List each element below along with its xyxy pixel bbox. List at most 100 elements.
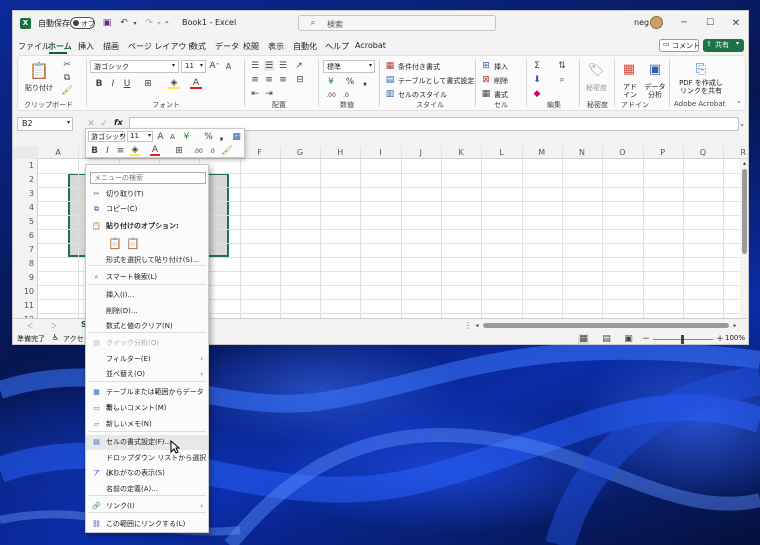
sort-filter-icon[interactable]: ⇅ [556,61,568,71]
decrease-font-icon[interactable]: A [223,60,234,72]
tab-home[interactable]: ホーム [48,41,72,52]
menu-item[interactable]: ▱ 新しいメモ(N) [86,417,208,432]
font-name-select[interactable]: 游ゴシック ▾ [90,60,179,73]
mini-increase-font-icon[interactable]: A [156,131,165,142]
zoom-out-icon[interactable]: − [642,334,650,344]
undo-dropdown-icon[interactable]: ▾ [131,17,139,29]
row-header-6[interactable]: 6 [13,229,38,243]
menu-search-input[interactable]: メニューの検索 [90,172,206,184]
tab-view[interactable]: 表示 [268,41,284,52]
autosave-toggle[interactable]: オフ [70,17,95,29]
align-center-icon[interactable]: ≡ [264,75,274,85]
find-select-icon[interactable]: ⌕ [556,75,568,85]
menu-item[interactable]: 数式と値のクリア(N) [86,319,208,334]
clear-icon[interactable]: ◆ [532,89,542,99]
mini-font-select[interactable]: 游ゴシック ▾ [88,131,126,142]
menu-item[interactable]: 📋 貼り付けのオプション: [86,219,208,234]
menu-item[interactable]: ⛓ この範囲にリンクする(L) [86,517,208,532]
row-header-5[interactable]: 5 [13,215,38,229]
column-header-r[interactable]: R [723,146,748,159]
cell-styles-button[interactable]: セルのスタイル [398,90,447,100]
normal-view-icon[interactable]: ▦ [578,334,589,344]
tab-review[interactable]: 校閲 [243,41,259,52]
row-header-11[interactable]: 11 [13,299,38,313]
share-button[interactable]: ⇪ 共有 ▾ [703,39,744,52]
column-header-g[interactable]: G [280,146,320,159]
create-pdf-icon[interactable]: ⎘ [692,60,710,78]
avatar[interactable] [650,16,663,29]
redo-dropdown-icon[interactable]: ▾ [155,17,163,29]
tab-formulas[interactable]: 数式 [190,41,206,52]
column-header-l[interactable]: L [481,146,521,159]
zoom-in-icon[interactable]: + [716,334,724,344]
page-layout-view-icon[interactable]: ▤ [601,334,612,344]
zoom-slider-thumb[interactable] [681,335,684,344]
menu-item[interactable]: ⌕ スマート検索(L) [86,270,208,285]
more-options-icon[interactable]: ⋮ [464,320,472,331]
mini-italic-icon[interactable]: I [103,146,112,156]
menu-item[interactable]: ⧉ コピー(C) [86,202,208,217]
column-header-m[interactable]: M [522,146,562,159]
accessibility-icon[interactable]: ♿ [52,333,59,342]
page-break-view-icon[interactable]: ▣ [623,334,634,344]
tab-insert[interactable]: 挿入 [78,41,94,52]
vertical-scroll-thumb[interactable] [742,169,747,254]
sheet-scroll-right-icon[interactable]: ＞ [49,320,59,331]
copy-icon[interactable]: ⧉ [62,73,72,83]
zoom-slider[interactable] [653,335,713,344]
column-header-o[interactable]: O [602,146,642,159]
bold-icon[interactable]: B [94,79,104,89]
tab-page-layout[interactable]: ページ レイアウト [128,41,194,52]
user-name[interactable]: neg [634,18,649,27]
mini-size-select[interactable]: 11 ▾ [127,131,153,142]
analyze-data-icon[interactable]: ▣ [646,60,664,78]
expand-formula-bar-icon[interactable]: ⌄ [737,118,747,130]
conditional-format-button[interactable]: 条件付き書式 [398,62,440,72]
undo-icon[interactable]: ↶ [117,17,131,29]
zoom-level[interactable]: 100% [725,334,745,342]
sheet-scroll-left-icon[interactable]: ＜ [25,320,35,331]
hscroll-left-icon[interactable]: ◂ [473,320,481,331]
horizontal-scroll-thumb[interactable] [483,323,729,328]
vertical-scrollbar[interactable]: ▴ ▾ [740,159,748,325]
decrease-indent-icon[interactable]: ⇤ [250,89,260,99]
addins-icon[interactable]: ▦ [620,60,638,78]
comment-button[interactable]: ▭ コメント [659,39,700,52]
mini-currency-icon[interactable]: ¥ [181,131,192,142]
column-header-n[interactable]: N [562,146,602,159]
increase-decimal-icon[interactable]: .00 [325,90,337,100]
comma-icon[interactable]: ❟ [360,77,370,87]
name-box[interactable]: B2 ▾ [17,117,73,131]
column-header-i[interactable]: I [360,146,400,159]
number-format-select[interactable]: 標準 ▾ [323,60,375,73]
tab-draw[interactable]: 描画 [103,41,119,52]
format-painter-icon[interactable]: 🖌 [61,86,72,96]
tab-automate[interactable]: 自動化 [293,41,317,52]
menu-item[interactable]: 🔗 リンク(I) › [86,499,208,514]
percent-icon[interactable]: % [345,77,355,87]
currency-icon[interactable]: ¥ [325,77,337,87]
menu-item[interactable]: ✂ 切り取り(T) [86,187,208,202]
format-cells-button[interactable]: 書式 [494,90,508,100]
mini-format-table-icon[interactable]: ▦ [231,131,242,142]
paste-button-label[interactable]: 貼り付け [25,83,53,93]
delete-cells-button[interactable]: 削除 [494,76,508,86]
menu-item[interactable]: 並べ替え(O) › [86,367,208,382]
menu-item[interactable]: ドロップダウン リストから選択(K)... [86,451,208,477]
orientation-icon[interactable]: ↗ [294,61,304,71]
insert-function-icon[interactable]: fx [114,118,123,127]
column-header-q[interactable]: Q [683,146,723,159]
row-header-1[interactable]: 1 [13,159,38,173]
font-size-select[interactable]: 11 ▾ [181,60,206,73]
menu-item[interactable]: アふりがなの表示(S) [86,466,208,481]
paste-values-option-icon[interactable]: 📋 [126,236,140,250]
align-left-icon[interactable]: ≡ [250,75,260,85]
menu-item[interactable]: ▤ セルの書式設定(F)... [86,435,208,450]
mini-decrease-font-icon[interactable]: A [168,131,177,142]
decrease-decimal-icon[interactable]: .0 [340,90,352,100]
insert-cells-button[interactable]: 挿入 [494,62,508,72]
merge-center-icon[interactable]: ⊟ [294,75,306,85]
redo-icon[interactable]: ↷ [142,17,156,29]
create-pdf-button[interactable]: PDF を作成し リンクを共有 [675,79,727,95]
paste-icon[interactable]: 📋 [28,59,50,81]
